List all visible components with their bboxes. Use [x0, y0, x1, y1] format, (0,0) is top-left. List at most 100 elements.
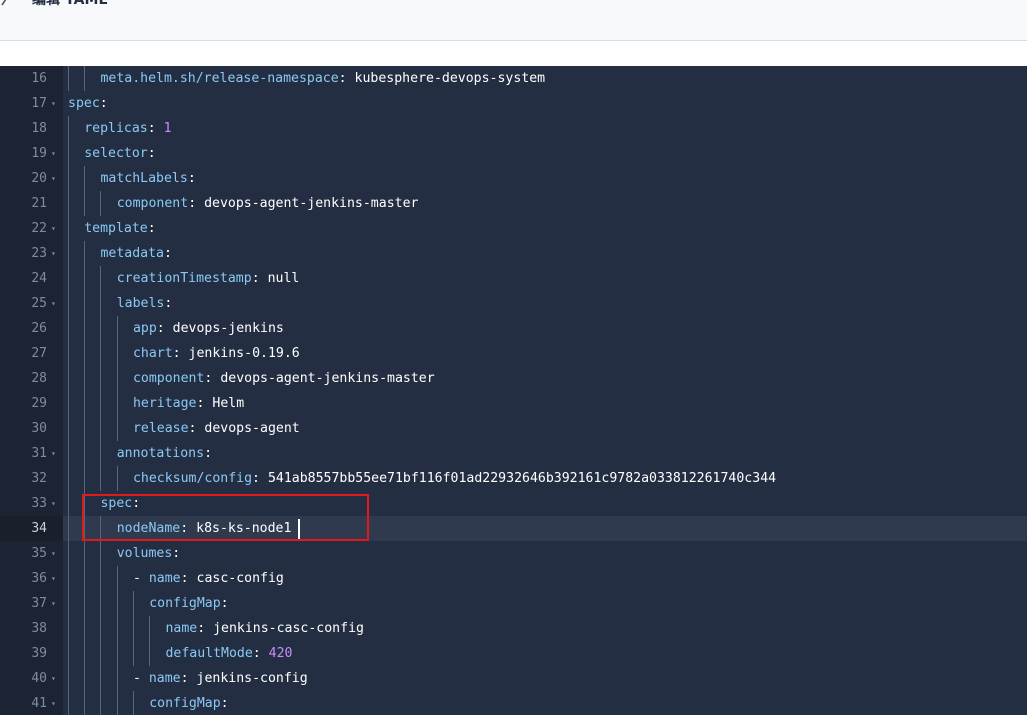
fold-arrow-icon[interactable]: ▾ [51, 541, 56, 566]
page-title: 编辑 YAML [32, 0, 108, 8]
yaml-value: devops-agent [204, 421, 300, 436]
line-number: 31 [31, 446, 47, 461]
indent-guide [68, 191, 69, 216]
yaml-value: devops-jenkins [172, 321, 284, 336]
yaml-separator: : [172, 546, 181, 561]
code-line[interactable]: 40 ▾ - name: jenkins-config [0, 666, 1027, 691]
code-text: - name: jenkins-config [133, 666, 308, 691]
fold-arrow-icon[interactable]: ▾ [51, 491, 56, 516]
fold-arrow-icon[interactable]: ▾ [51, 91, 56, 116]
fold-arrow-icon[interactable]: ▾ [51, 591, 56, 616]
gutter-cell: 29 [0, 391, 63, 416]
yaml-separator: : [204, 446, 213, 461]
code-text: volumes: [117, 541, 181, 566]
gutter-cell: 32 [0, 466, 63, 491]
code-line[interactable]: 21 component: devops-agent-jenkins-master [0, 191, 1027, 216]
yaml-separator: : [147, 146, 156, 161]
code-line[interactable]: 41 ▾ configMap: [0, 691, 1027, 715]
code-line[interactable]: 31 ▾ annotations: [0, 441, 1027, 466]
yaml-value: casc-config [196, 571, 284, 586]
code-line[interactable]: 32 checksum/config: 541ab8557bb55ee71bf11… [0, 466, 1027, 491]
yaml-code-editor[interactable]: 16 meta.helm.sh/release-namespace: kubesp… [0, 66, 1027, 715]
toolbar-spacer [0, 41, 1027, 66]
edit-icon [1, 0, 7, 6]
code-line[interactable]: 28 component: devops-agent-jenkins-master [0, 366, 1027, 391]
code-text: configMap: [149, 691, 228, 715]
indent-guide [100, 266, 102, 291]
code-line[interactable]: 16 meta.helm.sh/release-namespace: kubesp… [0, 66, 1027, 91]
indent-guide [84, 341, 86, 366]
indent-guide [84, 616, 86, 641]
fold-arrow-icon[interactable]: ▾ [51, 666, 56, 691]
indent-guide [116, 666, 118, 691]
code-line[interactable]: 24 creationTimestamp: null [0, 266, 1027, 291]
yaml-key: heritage [132, 396, 197, 411]
code-line[interactable]: 23 ▾ metadata: [0, 241, 1027, 266]
fold-arrow-icon[interactable]: ▾ [51, 141, 56, 166]
code-line[interactable]: 17 ▾ spec: [0, 91, 1027, 116]
line-number: 30 [31, 421, 47, 436]
annotation-highlight-box [82, 494, 369, 541]
indent-guide [68, 666, 69, 691]
yaml-key: annotations [116, 446, 205, 461]
code-text: app: devops-jenkins [133, 316, 284, 341]
gutter-cell: 37 ▾ [0, 591, 63, 616]
code-line[interactable]: 35 ▾ volumes: [0, 541, 1027, 566]
code-line[interactable]: 19 ▾ selector: [0, 141, 1027, 166]
code-line[interactable]: 36 ▾ - name: casc-config [0, 566, 1027, 591]
fold-arrow-icon[interactable]: ▾ [51, 691, 56, 715]
indent-guide [68, 141, 69, 166]
yaml-value: devops-agent-jenkins-master [204, 196, 419, 211]
indent-guide [68, 541, 69, 566]
indent-guide [149, 641, 151, 666]
yaml-value: jenkins-0.19.6 [188, 346, 300, 361]
code-line[interactable]: 25 ▾ labels: [0, 291, 1027, 316]
indent-guide [84, 641, 86, 666]
code-line[interactable]: 18 replicas: 1 [0, 116, 1027, 141]
line-number: 24 [31, 271, 47, 286]
fold-arrow-icon[interactable]: ▾ [51, 441, 56, 466]
indent-guide [68, 641, 69, 666]
yaml-separator: : [156, 321, 173, 336]
fold-arrow-icon[interactable]: ▾ [51, 241, 56, 266]
line-number: 18 [31, 121, 47, 136]
code-line[interactable]: 38 name: jenkins-casc-config [0, 616, 1027, 641]
code-text: creationTimestamp: null [117, 266, 300, 291]
indent-guide [84, 666, 86, 691]
indent-guide [84, 366, 86, 391]
yaml-separator: : [147, 121, 164, 136]
code-line[interactable]: 39 defaultMode: 420 [0, 641, 1027, 666]
yaml-separator: : [251, 271, 268, 286]
yaml-separator: : [188, 196, 205, 211]
indent-guide [68, 291, 69, 316]
fold-arrow-icon[interactable]: ▾ [51, 166, 56, 191]
fold-arrow-icon[interactable]: ▾ [51, 216, 56, 241]
code-line[interactable]: 20 ▾ matchLabels: [0, 166, 1027, 191]
code-line[interactable]: 26 app: devops-jenkins [0, 316, 1027, 341]
fold-arrow-icon[interactable]: ▾ [51, 291, 56, 316]
indent-guide [116, 391, 118, 416]
yaml-separator: : [180, 671, 197, 686]
code-line[interactable]: 29 heritage: Helm [0, 391, 1027, 416]
indent-guide [68, 366, 69, 391]
gutter-cell: 19 ▾ [0, 141, 63, 166]
code-line[interactable]: 22 ▾ template: [0, 216, 1027, 241]
indent-guide [68, 116, 69, 141]
indent-guide [84, 541, 86, 566]
code-line[interactable]: 27 chart: jenkins-0.19.6 [0, 341, 1027, 366]
indent-guide [100, 616, 102, 641]
yaml-value: jenkins-casc-config [213, 621, 364, 636]
code-line[interactable]: 30 release: devops-agent [0, 416, 1027, 441]
indent-guide [116, 566, 118, 591]
fold-arrow-icon[interactable]: ▾ [51, 566, 56, 591]
indent-guide [100, 466, 102, 491]
code-text: selector: [84, 141, 155, 166]
indent-guide [100, 191, 102, 216]
indent-guide [68, 241, 69, 266]
code-line[interactable]: 37 ▾ configMap: [0, 591, 1027, 616]
code-lines[interactable]: 16 meta.helm.sh/release-namespace: kubesp… [0, 66, 1027, 715]
indent-guide [100, 691, 102, 715]
indent-guide [68, 341, 69, 366]
indent-guide [100, 441, 102, 466]
gutter-cell: 21 [0, 191, 63, 216]
